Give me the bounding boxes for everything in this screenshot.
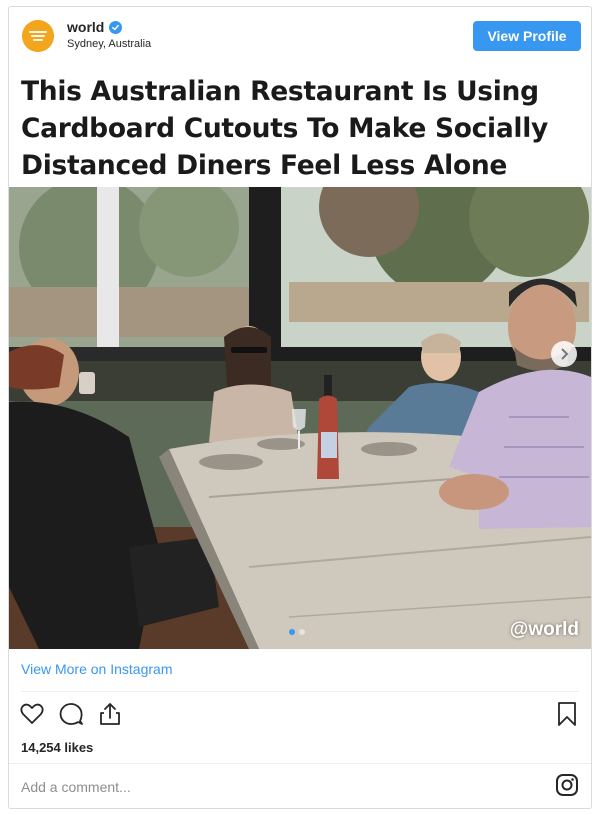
bookmark-icon[interactable]	[555, 701, 579, 727]
image-watermark: @world	[509, 619, 579, 640]
carousel-dot	[299, 629, 305, 635]
avatar[interactable]	[22, 20, 54, 52]
carousel-next-button[interactable]	[551, 341, 577, 367]
post-image[interactable]: @world	[9, 187, 591, 649]
brand-logo-icon	[22, 20, 54, 52]
verified-badge-icon	[109, 20, 123, 34]
divider	[9, 763, 591, 764]
share-icon[interactable]	[97, 701, 123, 727]
view-profile-button[interactable]: View Profile	[473, 21, 581, 51]
comment-input[interactable]	[21, 777, 521, 797]
likes-count[interactable]: 14,254 likes	[21, 740, 93, 755]
location-label[interactable]: Sydney, Australia	[67, 38, 151, 50]
carousel-indicator	[289, 629, 305, 635]
post-header: world Sydney, Australia View Profile	[9, 7, 591, 69]
heart-icon[interactable]	[19, 701, 45, 727]
post-headline: This Australian Restaurant Is Using Card…	[21, 76, 548, 181]
username[interactable]: world	[67, 19, 104, 35]
restaurant-photo	[9, 187, 591, 649]
instagram-icon[interactable]	[555, 773, 579, 797]
view-more-link[interactable]: View More on Instagram	[21, 661, 172, 677]
instagram-embed-card: world Sydney, Australia View Profile Thi…	[8, 6, 592, 809]
post-actions	[19, 701, 581, 729]
divider	[21, 691, 579, 692]
comment-icon[interactable]	[58, 701, 84, 727]
account-info: world Sydney, Australia	[67, 19, 151, 50]
chevron-right-icon	[561, 348, 569, 360]
carousel-dot-active	[289, 629, 295, 635]
